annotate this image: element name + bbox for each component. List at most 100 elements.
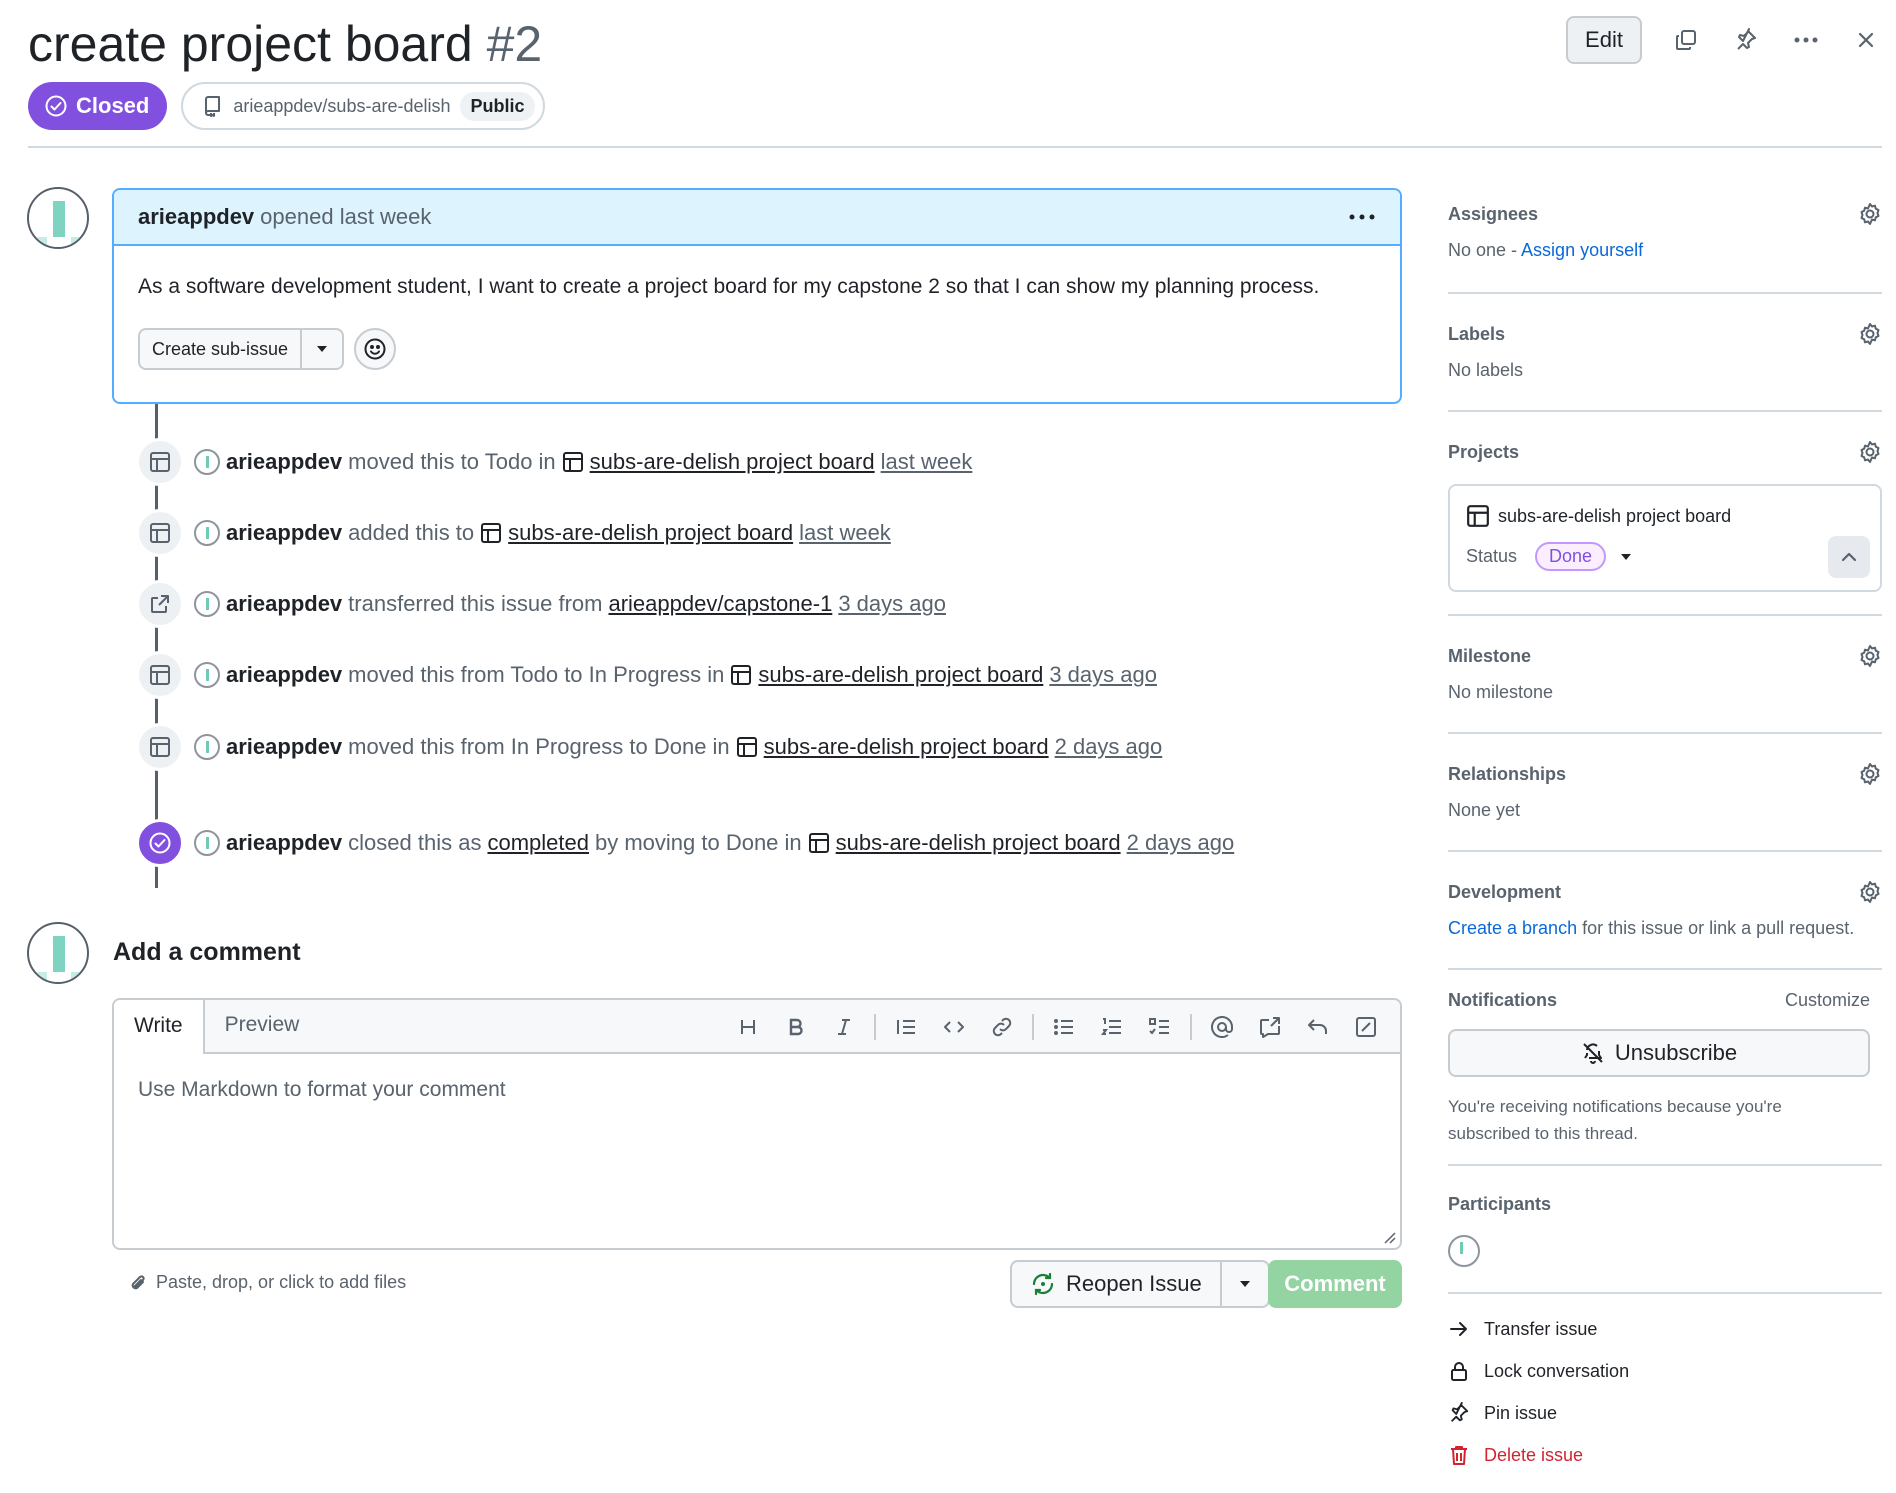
customize-link[interactable]: Customize [1785, 990, 1870, 1011]
bold-icon[interactable] [772, 1007, 820, 1047]
reopen-issue-button[interactable]: Reopen Issue [1012, 1262, 1222, 1306]
event-text: closed this as [348, 830, 482, 855]
heading-icon[interactable] [724, 1007, 772, 1047]
comment-textarea[interactable]: Use Markdown to format your comment [114, 1054, 1400, 1126]
body-author[interactable]: arieappdev [138, 204, 254, 230]
chevron-down-icon[interactable] [302, 330, 342, 368]
development-section: Development Create a branch for this iss… [1448, 852, 1882, 970]
event-actor[interactable]: arieappdev [226, 734, 342, 760]
visibility-badge: Public [460, 91, 535, 121]
quote-icon[interactable] [882, 1007, 930, 1047]
event-text: transferred this issue from [348, 591, 603, 616]
project-link[interactable]: subs-are-delish project board [758, 662, 1043, 688]
issue-number: #2 [486, 16, 543, 72]
project-name[interactable]: subs-are-delish project board [1498, 506, 1731, 527]
lock-conversation-button[interactable]: Lock conversation [1448, 1350, 1882, 1392]
participant-avatar[interactable] [1448, 1235, 1480, 1267]
link-icon[interactable] [978, 1007, 1026, 1047]
delete-label: Delete issue [1484, 1444, 1584, 1465]
event-time[interactable]: last week [881, 449, 973, 475]
assignees-section: Assignees No one - Assign yourself [1448, 188, 1882, 294]
edit-button[interactable]: Edit [1566, 16, 1642, 64]
unsubscribe-button[interactable]: Unsubscribe [1448, 1029, 1870, 1077]
avatar[interactable] [194, 830, 220, 856]
relationships-heading: Relationships [1448, 763, 1567, 784]
event-time[interactable]: 3 days ago [838, 591, 946, 617]
gear-icon[interactable] [1858, 202, 1882, 226]
resize-handle-icon[interactable] [1382, 1230, 1396, 1244]
comment-button[interactable]: Comment [1268, 1260, 1402, 1308]
gear-icon[interactable] [1858, 762, 1882, 786]
gear-icon[interactable] [1858, 644, 1882, 668]
copy-icon[interactable] [1670, 24, 1702, 56]
event-time[interactable]: last week [799, 520, 891, 546]
event-actor[interactable]: arieappdev [226, 449, 342, 475]
project-link[interactable]: subs-are-delish project board [590, 449, 875, 475]
avatar[interactable] [194, 734, 220, 760]
status-select[interactable]: Done [1535, 542, 1632, 571]
mention-icon[interactable] [1198, 1007, 1246, 1047]
event-text-mid: by moving to Done in [594, 830, 802, 855]
create-branch-link[interactable]: Create a branch [1448, 918, 1577, 938]
issue-body: arieappdev opened last week As a softwar… [112, 188, 1402, 404]
avatar[interactable] [27, 922, 89, 984]
repo-name: arieappdev/subs-are-delish [233, 95, 451, 116]
code-icon[interactable] [930, 1007, 978, 1047]
event-actor[interactable]: arieappdev [226, 662, 342, 688]
body-text: As a software development student, I wan… [138, 275, 1320, 298]
transfer-issue-button[interactable]: Transfer issue [1448, 1308, 1882, 1350]
notifications-section: Notifications Customize Unsubscribe You'… [1448, 970, 1882, 1166]
avatar[interactable] [27, 187, 89, 249]
event-time[interactable]: 3 days ago [1049, 662, 1157, 688]
chevron-down-icon[interactable] [1222, 1262, 1268, 1306]
milestone-value: No milestone [1448, 682, 1554, 702]
delete-issue-button[interactable]: Delete issue [1448, 1434, 1882, 1476]
close-icon[interactable] [1850, 24, 1882, 56]
reference-icon[interactable] [1246, 1007, 1294, 1047]
project-link[interactable]: subs-are-delish project board [508, 520, 793, 546]
assignees-heading: Assignees [1448, 203, 1539, 224]
event-actor[interactable]: arieappdev [226, 830, 342, 856]
event-text: moved this from In Progress to Done in [348, 734, 730, 759]
tab-preview[interactable]: Preview [205, 1000, 320, 1052]
table-icon [136, 723, 184, 771]
italic-icon[interactable] [820, 1007, 868, 1047]
gear-icon[interactable] [1858, 440, 1882, 464]
labels-heading: Labels [1448, 323, 1506, 344]
pin-issue-button[interactable]: Pin issue [1448, 1392, 1882, 1434]
chevron-down-icon [1621, 553, 1632, 560]
repo-link[interactable]: arieappdev/capstone-1 [608, 591, 832, 617]
create-sub-issue-button[interactable]: Create sub-issue [140, 330, 303, 368]
avatar[interactable] [194, 662, 220, 688]
undo-icon[interactable] [1294, 1007, 1342, 1047]
event-time[interactable]: 2 days ago [1127, 830, 1235, 856]
project-link[interactable]: subs-are-delish project board [836, 830, 1121, 856]
event-actor[interactable]: arieappdev [226, 591, 342, 617]
status-label: Status [1466, 546, 1518, 566]
pin-icon[interactable] [1730, 24, 1762, 56]
tab-write[interactable]: Write [114, 1000, 205, 1054]
completed-link[interactable]: completed [487, 830, 589, 856]
table-icon [1466, 504, 1490, 528]
attach-files[interactable]: Paste, drop, or click to add files [128, 1272, 406, 1293]
avatar[interactable] [194, 591, 220, 617]
task-list-icon[interactable] [1136, 1007, 1184, 1047]
gear-icon[interactable] [1858, 322, 1882, 346]
lock-label: Lock conversation [1484, 1360, 1630, 1381]
chevron-up-icon[interactable] [1828, 536, 1870, 578]
gear-icon[interactable] [1858, 880, 1882, 904]
project-link[interactable]: subs-are-delish project board [764, 734, 1049, 760]
event-actor[interactable]: arieappdev [226, 520, 342, 546]
fullscreen-icon[interactable] [1342, 1007, 1390, 1047]
numbered-list-icon[interactable] [1088, 1007, 1136, 1047]
more-options-icon[interactable] [1790, 24, 1822, 56]
event-time[interactable]: 2 days ago [1055, 734, 1163, 760]
table-icon [730, 664, 752, 686]
body-more-icon[interactable] [1348, 213, 1376, 221]
repo-link[interactable]: arieappdev/subs-are-delish Public [181, 82, 545, 130]
avatar[interactable] [194, 449, 220, 475]
avatar[interactable] [194, 520, 220, 546]
assign-yourself-link[interactable]: Assign yourself [1521, 240, 1643, 260]
bulleted-list-icon[interactable] [1040, 1007, 1088, 1047]
add-reaction-button[interactable] [354, 328, 397, 370]
